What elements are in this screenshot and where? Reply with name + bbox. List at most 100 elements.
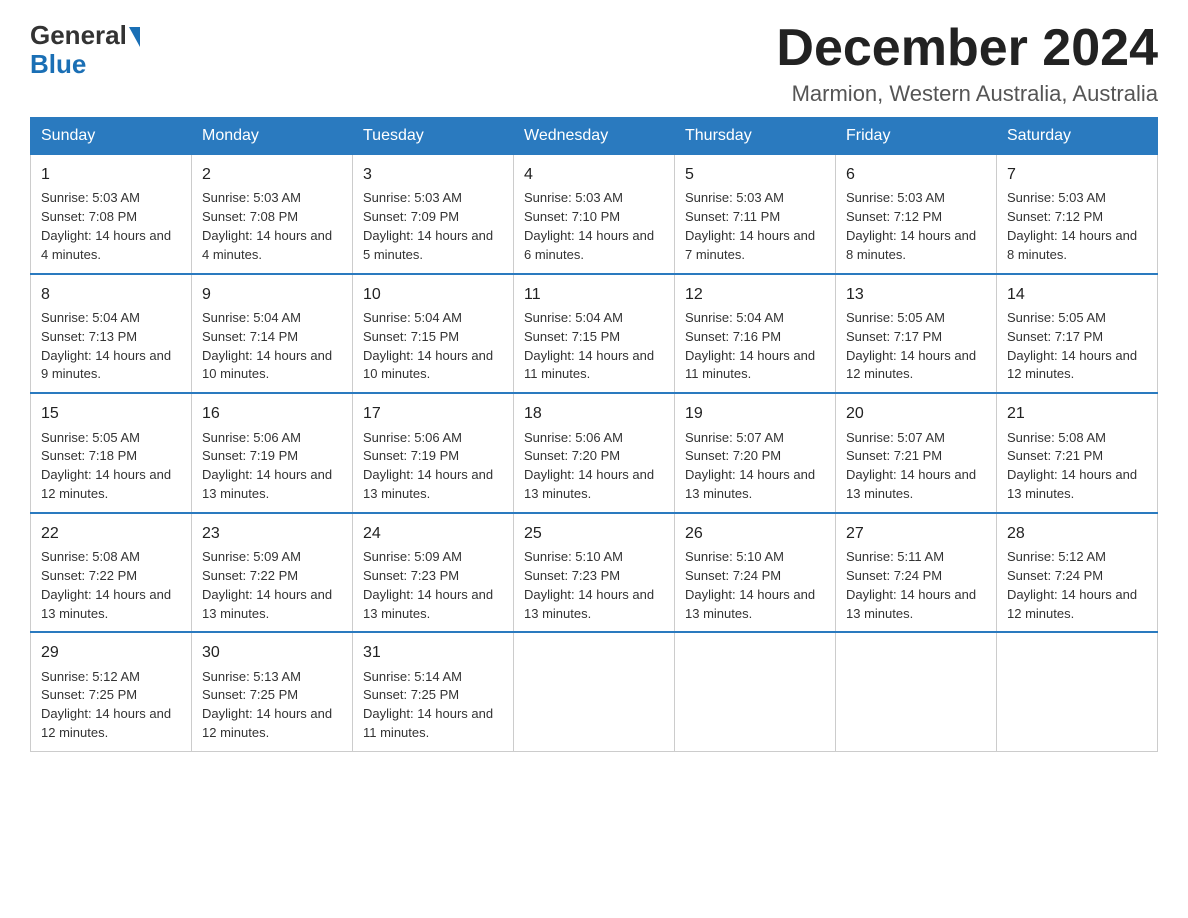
daylight-label: Daylight: 14 hours and 8 minutes.	[1007, 228, 1137, 262]
sunrise-label: Sunrise: 5:04 AM	[41, 310, 140, 325]
sunrise-label: Sunrise: 5:03 AM	[846, 190, 945, 205]
calendar-cell: 18 Sunrise: 5:06 AM Sunset: 7:20 PM Dayl…	[514, 393, 675, 513]
day-number: 22	[41, 522, 181, 545]
day-number: 23	[202, 522, 342, 545]
sunset-label: Sunset: 7:14 PM	[202, 329, 298, 344]
calendar-cell: 16 Sunrise: 5:06 AM Sunset: 7:19 PM Dayl…	[192, 393, 353, 513]
calendar-cell: 22 Sunrise: 5:08 AM Sunset: 7:22 PM Dayl…	[31, 513, 192, 633]
daylight-label: Daylight: 14 hours and 10 minutes.	[202, 348, 332, 382]
sunset-label: Sunset: 7:13 PM	[41, 329, 137, 344]
day-number: 20	[846, 402, 986, 425]
sunset-label: Sunset: 7:24 PM	[846, 568, 942, 583]
sunrise-label: Sunrise: 5:04 AM	[202, 310, 301, 325]
calendar-cell: 7 Sunrise: 5:03 AM Sunset: 7:12 PM Dayli…	[997, 154, 1158, 274]
calendar-cell: 9 Sunrise: 5:04 AM Sunset: 7:14 PM Dayli…	[192, 274, 353, 394]
daylight-label: Daylight: 14 hours and 13 minutes.	[202, 467, 332, 501]
day-number: 6	[846, 163, 986, 186]
sunset-label: Sunset: 7:17 PM	[846, 329, 942, 344]
daylight-label: Daylight: 14 hours and 13 minutes.	[1007, 467, 1137, 501]
sunrise-label: Sunrise: 5:05 AM	[41, 430, 140, 445]
daylight-label: Daylight: 14 hours and 13 minutes.	[685, 587, 815, 621]
sunrise-label: Sunrise: 5:10 AM	[685, 549, 784, 564]
daylight-label: Daylight: 14 hours and 13 minutes.	[363, 467, 493, 501]
daylight-label: Daylight: 14 hours and 13 minutes.	[524, 467, 654, 501]
calendar-cell	[997, 632, 1158, 751]
title-block: December 2024 Marmion, Western Australia…	[776, 20, 1158, 107]
logo-general-text: General	[30, 20, 127, 51]
sunset-label: Sunset: 7:20 PM	[524, 448, 620, 463]
daylight-label: Daylight: 14 hours and 13 minutes.	[524, 587, 654, 621]
daylight-label: Daylight: 14 hours and 7 minutes.	[685, 228, 815, 262]
day-number: 4	[524, 163, 664, 186]
daylight-label: Daylight: 14 hours and 13 minutes.	[363, 587, 493, 621]
calendar-cell: 1 Sunrise: 5:03 AM Sunset: 7:08 PM Dayli…	[31, 154, 192, 274]
day-number: 26	[685, 522, 825, 545]
sunrise-label: Sunrise: 5:04 AM	[524, 310, 623, 325]
sunset-label: Sunset: 7:11 PM	[685, 209, 780, 224]
logo: General Blue	[30, 20, 140, 77]
daylight-label: Daylight: 14 hours and 6 minutes.	[524, 228, 654, 262]
calendar-cell: 24 Sunrise: 5:09 AM Sunset: 7:23 PM Dayl…	[353, 513, 514, 633]
day-number: 27	[846, 522, 986, 545]
sunset-label: Sunset: 7:18 PM	[41, 448, 137, 463]
col-sunday: Sunday	[31, 118, 192, 154]
sunset-label: Sunset: 7:24 PM	[1007, 568, 1103, 583]
sunrise-label: Sunrise: 5:03 AM	[1007, 190, 1106, 205]
col-tuesday: Tuesday	[353, 118, 514, 154]
col-thursday: Thursday	[675, 118, 836, 154]
calendar-week-1: 1 Sunrise: 5:03 AM Sunset: 7:08 PM Dayli…	[31, 154, 1158, 274]
calendar-cell: 4 Sunrise: 5:03 AM Sunset: 7:10 PM Dayli…	[514, 154, 675, 274]
day-number: 24	[363, 522, 503, 545]
day-number: 11	[524, 283, 664, 306]
day-number: 17	[363, 402, 503, 425]
daylight-label: Daylight: 14 hours and 13 minutes.	[41, 587, 171, 621]
sunrise-label: Sunrise: 5:12 AM	[1007, 549, 1106, 564]
daylight-label: Daylight: 14 hours and 12 minutes.	[846, 348, 976, 382]
sunrise-label: Sunrise: 5:05 AM	[1007, 310, 1106, 325]
day-number: 9	[202, 283, 342, 306]
sunrise-label: Sunrise: 5:08 AM	[41, 549, 140, 564]
day-number: 1	[41, 163, 181, 186]
sunset-label: Sunset: 7:22 PM	[41, 568, 137, 583]
calendar-cell: 3 Sunrise: 5:03 AM Sunset: 7:09 PM Dayli…	[353, 154, 514, 274]
sunset-label: Sunset: 7:23 PM	[524, 568, 620, 583]
sunset-label: Sunset: 7:21 PM	[846, 448, 942, 463]
day-number: 15	[41, 402, 181, 425]
calendar-header-row: Sunday Monday Tuesday Wednesday Thursday…	[31, 118, 1158, 154]
day-number: 3	[363, 163, 503, 186]
calendar-cell: 31 Sunrise: 5:14 AM Sunset: 7:25 PM Dayl…	[353, 632, 514, 751]
sunrise-label: Sunrise: 5:03 AM	[524, 190, 623, 205]
sunrise-label: Sunrise: 5:06 AM	[524, 430, 623, 445]
day-number: 13	[846, 283, 986, 306]
sunrise-label: Sunrise: 5:04 AM	[685, 310, 784, 325]
calendar-cell: 2 Sunrise: 5:03 AM Sunset: 7:08 PM Dayli…	[192, 154, 353, 274]
sunrise-label: Sunrise: 5:08 AM	[1007, 430, 1106, 445]
col-saturday: Saturday	[997, 118, 1158, 154]
sunrise-label: Sunrise: 5:03 AM	[41, 190, 140, 205]
day-number: 31	[363, 641, 503, 664]
col-monday: Monday	[192, 118, 353, 154]
daylight-label: Daylight: 14 hours and 13 minutes.	[202, 587, 332, 621]
day-number: 18	[524, 402, 664, 425]
daylight-label: Daylight: 14 hours and 8 minutes.	[846, 228, 976, 262]
sunrise-label: Sunrise: 5:09 AM	[202, 549, 301, 564]
day-number: 21	[1007, 402, 1147, 425]
day-number: 19	[685, 402, 825, 425]
sunset-label: Sunset: 7:21 PM	[1007, 448, 1103, 463]
day-number: 12	[685, 283, 825, 306]
daylight-label: Daylight: 14 hours and 12 minutes.	[202, 706, 332, 740]
sunset-label: Sunset: 7:25 PM	[41, 687, 137, 702]
sunrise-label: Sunrise: 5:06 AM	[202, 430, 301, 445]
calendar-cell	[514, 632, 675, 751]
sunset-label: Sunset: 7:16 PM	[685, 329, 781, 344]
sunrise-label: Sunrise: 5:03 AM	[202, 190, 301, 205]
calendar-cell: 15 Sunrise: 5:05 AM Sunset: 7:18 PM Dayl…	[31, 393, 192, 513]
daylight-label: Daylight: 14 hours and 12 minutes.	[41, 467, 171, 501]
sunset-label: Sunset: 7:12 PM	[846, 209, 942, 224]
sunrise-label: Sunrise: 5:14 AM	[363, 669, 462, 684]
day-number: 5	[685, 163, 825, 186]
calendar-cell: 29 Sunrise: 5:12 AM Sunset: 7:25 PM Dayl…	[31, 632, 192, 751]
daylight-label: Daylight: 14 hours and 9 minutes.	[41, 348, 171, 382]
calendar-cell: 21 Sunrise: 5:08 AM Sunset: 7:21 PM Dayl…	[997, 393, 1158, 513]
month-title: December 2024	[776, 20, 1158, 77]
